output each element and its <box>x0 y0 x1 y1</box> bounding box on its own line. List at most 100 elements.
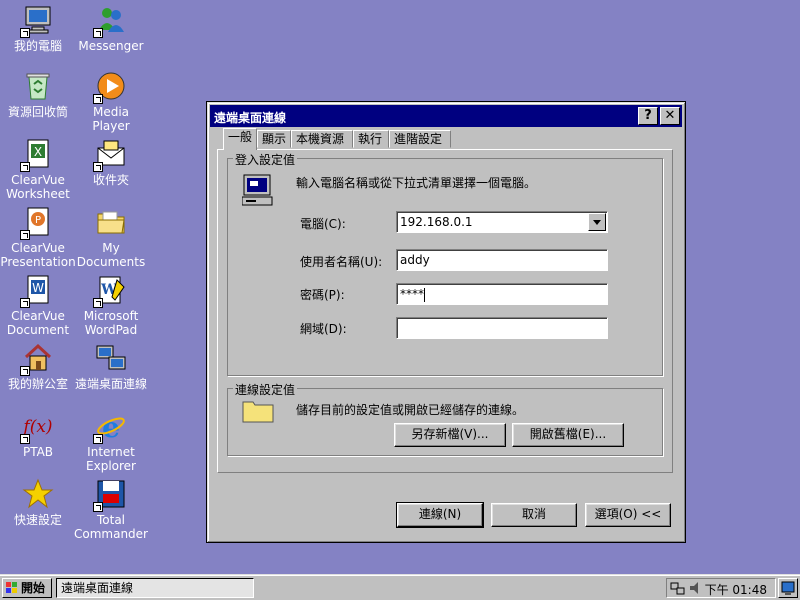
password-label: 密碼(P): <box>300 288 345 302</box>
desktop-icon-ptab[interactable]: f(x) PTAB <box>0 410 76 459</box>
media-player-icon <box>93 70 127 104</box>
connect-button[interactable]: 連線(N) <box>396 502 484 528</box>
password-input[interactable]: **** <box>396 283 608 305</box>
shortcut-arrow-icon <box>20 298 30 308</box>
desktop-icon-label: Media Player <box>92 105 130 133</box>
tab-programs[interactable]: 執行 <box>353 130 389 148</box>
start-button[interactable]: 開始 <box>2 578 52 598</box>
shortcut-arrow-icon <box>20 230 30 240</box>
internet-explorer-icon: e <box>93 410 127 444</box>
username-input[interactable]: addy <box>396 249 608 271</box>
cancel-button[interactable]: 取消 <box>491 503 577 527</box>
star-icon <box>22 478 54 510</box>
total-commander-icon <box>93 478 127 512</box>
shortcut-arrow-icon <box>20 366 30 376</box>
computer-value: 192.168.0.1 <box>400 215 473 229</box>
folder-icon <box>95 206 127 238</box>
system-tray: 下午 01:48 <box>666 578 776 598</box>
login-settings-title: 登入設定值 <box>233 151 298 168</box>
recycle-bin-icon <box>22 70 54 102</box>
desktop-icon-label: 遠端桌面連線 <box>74 377 147 391</box>
shortcut-arrow-icon <box>93 162 103 172</box>
desktop-icon-label: ClearVue Presentation <box>0 241 76 269</box>
domain-label: 網域(D): <box>300 322 347 336</box>
desktop-icon-my-computer[interactable]: 我的電腦 <box>0 4 76 53</box>
help-button[interactable]: ? <box>638 107 658 125</box>
dialog-titlebar[interactable]: 遠端桌面連線 ? ✕ <box>210 105 682 127</box>
shortcut-arrow-icon <box>93 298 103 308</box>
tab-local-resources[interactable]: 本機資源 <box>291 130 353 148</box>
open-button[interactable]: 開啟舊檔(E)... <box>512 423 624 447</box>
network-icon[interactable] <box>670 580 686 596</box>
desktop-icon-recycle-bin[interactable]: 資源回收筒 <box>0 70 76 119</box>
text-cursor <box>424 287 425 302</box>
desktop-icon-label: 快速設定 <box>13 513 62 527</box>
desktop-icon-label: ClearVue Worksheet <box>6 173 70 201</box>
desktop-icon-label: 資源回收筒 <box>7 105 68 119</box>
show-desktop-button[interactable] <box>778 578 798 598</box>
general-tab-panel: 登入設定值 輸入電腦名稱或從下拉式清單選擇一個電腦。 電腦(C): 192.16… <box>217 149 673 473</box>
tab-advanced[interactable]: 進階設定 <box>389 130 451 148</box>
folder-icon <box>242 399 274 423</box>
svg-text:W: W <box>32 281 44 295</box>
dialog-title: 遠端桌面連線 <box>214 111 287 125</box>
password-value: **** <box>400 287 424 301</box>
desktop-icon-label: PTAB <box>22 445 54 459</box>
function-fx-icon: f(x) <box>20 410 54 444</box>
computer-combobox[interactable]: 192.168.0.1 <box>396 211 608 233</box>
connection-settings-title: 連線設定值 <box>233 381 298 398</box>
computer-terminal-icon <box>241 173 274 207</box>
desktop-icon-remote-desktop[interactable]: 遠端桌面連線 <box>73 342 149 391</box>
svg-text:e: e <box>102 411 120 442</box>
shortcut-arrow-icon <box>93 28 103 38</box>
show-desktop-icon <box>781 581 795 595</box>
shortcut-arrow-icon <box>20 434 30 444</box>
desktop-icon-quick-settings[interactable]: 快速設定 <box>0 478 76 527</box>
desktop-icon-wordpad[interactable]: W Microsoft WordPad <box>73 274 149 337</box>
svg-text:P: P <box>35 215 41 226</box>
tab-general[interactable]: 一般 <box>223 128 257 150</box>
tab-display[interactable]: 顯示 <box>257 130 291 148</box>
taskbar-clock[interactable]: 下午 01:48 <box>705 581 767 598</box>
shortcut-arrow-icon <box>93 434 103 444</box>
shortcut-arrow-icon <box>93 94 103 104</box>
shortcut-arrow-icon <box>20 28 30 38</box>
desktop-icon-messenger[interactable]: Messenger <box>73 4 149 53</box>
options-button[interactable]: 選項(O) << <box>585 503 671 527</box>
messenger-icon <box>93 4 127 38</box>
desktop-icon-internet-explorer[interactable]: e Internet Explorer <box>73 410 149 473</box>
domain-input[interactable] <box>396 317 608 339</box>
shortcut-arrow-icon <box>20 162 30 172</box>
desktop-icon-clearvue-document[interactable]: W ClearVue Document <box>0 274 76 337</box>
start-label: 開始 <box>21 581 46 595</box>
connection-settings-group: 連線設定值 儲存目前的設定值或開啟已經儲存的連線。 另存新檔(V)... 開啟舊… <box>227 381 663 456</box>
desktop-icon-my-office[interactable]: 我的辦公室 <box>0 342 76 391</box>
desktop-icon-total-commander[interactable]: Total Commander <box>73 478 149 541</box>
clearvue-presentation-icon: P <box>20 206 54 240</box>
connection-instruction: 儲存目前的設定值或開啟已經儲存的連線。 <box>296 403 525 417</box>
svg-text:X: X <box>34 145 42 159</box>
wordpad-icon: W <box>93 274 127 308</box>
desktop-icon-my-documents[interactable]: My Documents <box>73 206 149 269</box>
shortcut-arrow-icon <box>93 502 103 512</box>
desktop-icon-media-player[interactable]: Media Player <box>73 70 149 133</box>
desktop-icon-label: Microsoft WordPad <box>83 309 139 337</box>
remote-desktop-icon <box>95 342 127 374</box>
login-settings-group: 登入設定值 輸入電腦名稱或從下拉式清單選擇一個電腦。 電腦(C): 192.16… <box>227 151 663 376</box>
speaker-icon[interactable] <box>688 580 704 596</box>
chevron-down-icon[interactable] <box>588 213 606 231</box>
desktop-icon-clearvue-worksheet[interactable]: X ClearVue Worksheet <box>0 138 76 201</box>
desktop-icon-inbox[interactable]: 收件夾 <box>73 138 149 187</box>
taskbar-item-remote-desktop[interactable]: 遠端桌面連線 <box>56 578 254 598</box>
desktop-icon-label: Total Commander <box>74 513 148 541</box>
login-instruction: 輸入電腦名稱或從下拉式清單選擇一個電腦。 <box>296 176 537 190</box>
clearvue-worksheet-icon: X <box>20 138 54 172</box>
desktop-icon-label: Internet Explorer <box>86 445 136 473</box>
computer-label: 電腦(C): <box>300 217 346 231</box>
save-as-button[interactable]: 另存新檔(V)... <box>394 423 506 447</box>
remote-desktop-dialog: 遠端桌面連線 ? ✕ 一般 顯示 本機資源 執行 進階設定 登入設定值 輸入電腦… <box>206 101 686 543</box>
computer-icon <box>20 4 54 38</box>
close-button[interactable]: ✕ <box>660 107 680 125</box>
desktop-icon-clearvue-presentation[interactable]: P ClearVue Presentation <box>0 206 76 269</box>
house-icon <box>20 342 54 376</box>
